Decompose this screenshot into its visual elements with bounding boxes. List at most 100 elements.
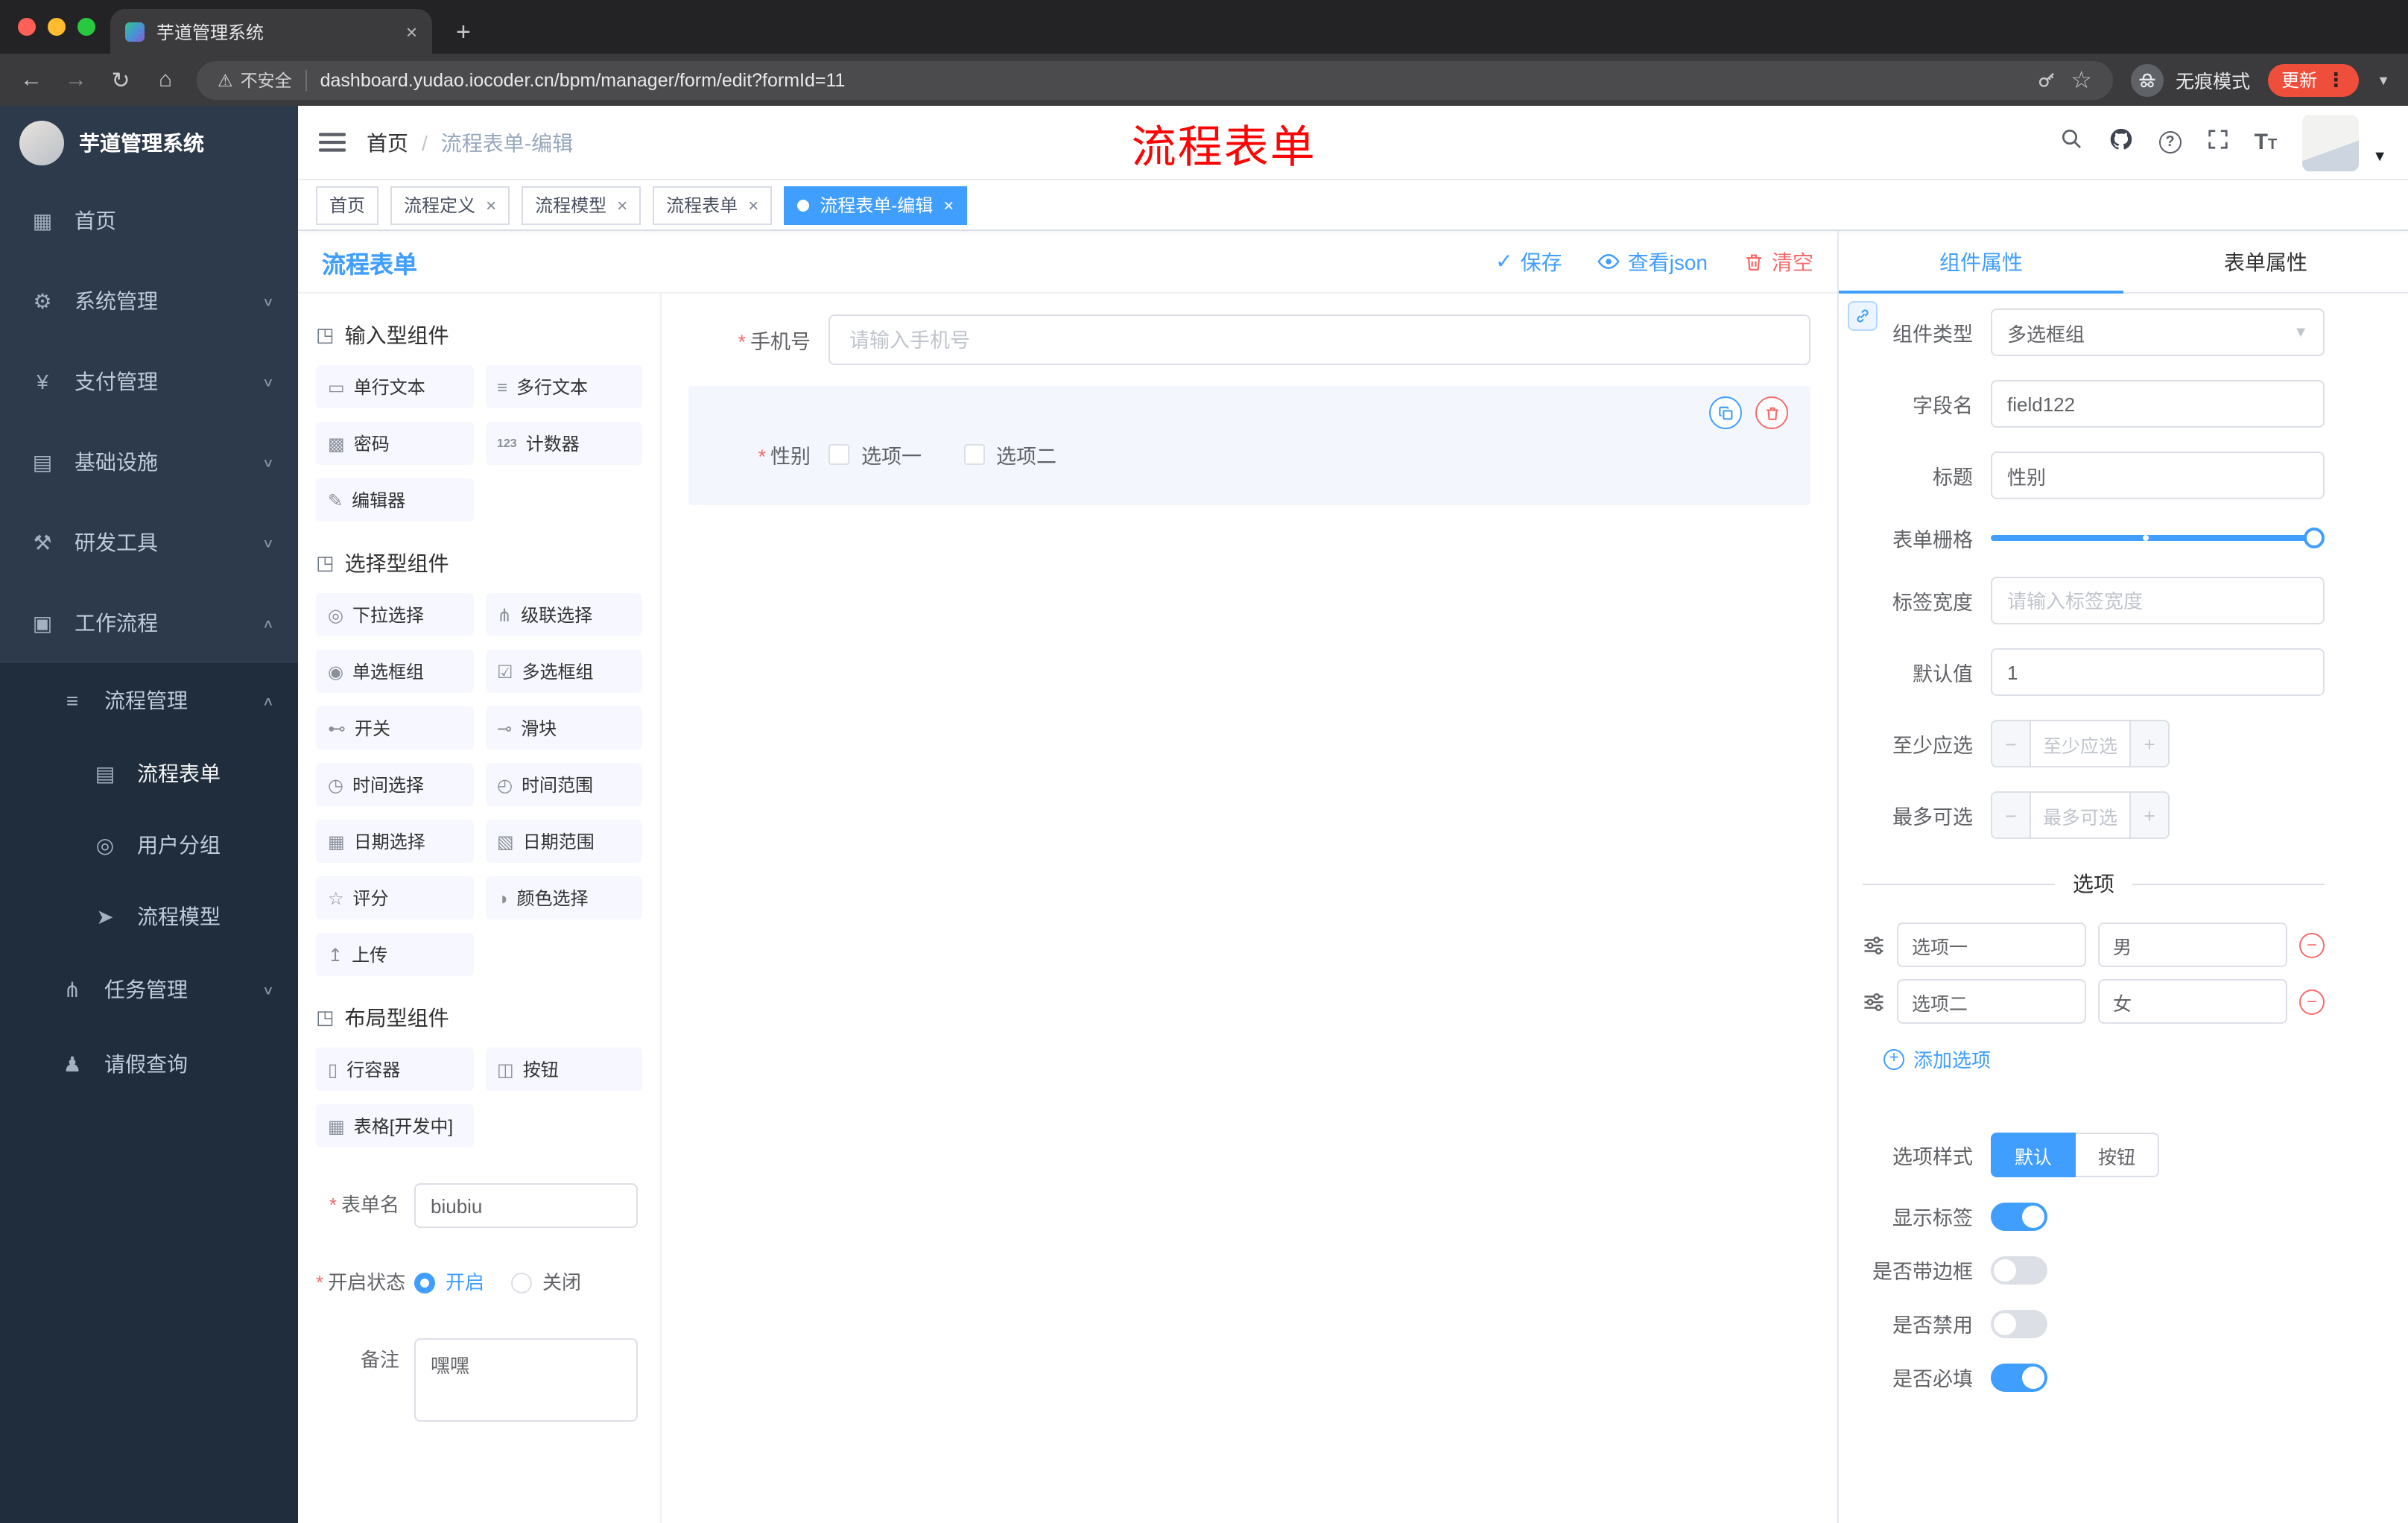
tab-close-icon[interactable]: × xyxy=(406,20,417,42)
drag-handle-icon[interactable] xyxy=(1863,934,1885,956)
breadcrumb-home[interactable]: 首页 xyxy=(367,127,408,157)
reload-icon[interactable]: ↻ xyxy=(107,66,134,93)
remove-option-button[interactable]: − xyxy=(2299,989,2325,1014)
show-label-toggle[interactable] xyxy=(1991,1202,2047,1230)
palette-item-date-range[interactable]: ▧ 日期范围 xyxy=(485,820,642,863)
default-value-input[interactable] xyxy=(1991,648,2325,696)
palette-item-single-text[interactable]: ▭ 单行文本 xyxy=(316,365,473,408)
delete-component-button[interactable] xyxy=(1755,396,1788,429)
tab-form-props[interactable]: 表单属性 xyxy=(2123,231,2408,292)
remark-textarea[interactable]: 嘿嘿 xyxy=(414,1338,638,1422)
sidebar-item-devtools[interactable]: ⚒ 研发工具 ∨ xyxy=(0,502,298,583)
github-icon[interactable] xyxy=(2108,126,2134,159)
palette-item-checkbox-group[interactable]: ☑ 多选框组 xyxy=(485,650,642,693)
option-name-input[interactable] xyxy=(1897,922,2086,967)
tag-process-form-edit[interactable]: 流程表单-编辑 × xyxy=(784,186,968,224)
tag-process-definition[interactable]: 流程定义 × xyxy=(390,186,510,224)
bookmark-star-icon[interactable]: ☆ xyxy=(2070,65,2092,95)
sidebar-item-system[interactable]: ⚙ 系统管理 ∨ xyxy=(0,261,298,341)
menu-kebab-icon[interactable]: ⋮ xyxy=(2326,70,2345,89)
new-tab-button[interactable]: + xyxy=(456,19,471,45)
minus-icon[interactable]: − xyxy=(1992,721,2031,766)
palette-item-button[interactable]: ◫ 按钮 xyxy=(485,1048,642,1091)
forward-icon[interactable]: → xyxy=(63,67,89,92)
home-icon[interactable]: ⌂ xyxy=(152,67,179,92)
phone-input[interactable] xyxy=(828,314,1810,365)
checkbox-icon[interactable] xyxy=(828,444,849,465)
fullscreen-icon[interactable] xyxy=(2207,127,2229,157)
link-button[interactable] xyxy=(1848,301,1878,331)
save-button[interactable]: ✓ 保存 xyxy=(1495,247,1562,276)
option-value-input[interactable] xyxy=(2098,979,2287,1024)
palette-item-password[interactable]: ▩ 密码 xyxy=(316,422,473,465)
tag-process-model[interactable]: 流程模型 × xyxy=(522,186,641,224)
palette-item-row-container[interactable]: ▯ 行容器 xyxy=(316,1048,473,1091)
status-off-radio[interactable]: 关闭 xyxy=(511,1261,581,1305)
sidebar-item-process-management[interactable]: ≡ 流程管理 ∧ xyxy=(0,663,298,738)
window-close-button[interactable] xyxy=(18,18,36,36)
component-type-select[interactable]: 多选框组 ▼ xyxy=(1991,308,2325,356)
gender-option-1[interactable]: 选项一 xyxy=(828,440,922,469)
back-icon[interactable]: ← xyxy=(18,67,45,92)
palette-item-editor[interactable]: ✎ 编辑器 xyxy=(316,478,473,522)
drag-handle-icon[interactable] xyxy=(1863,990,1885,1013)
palette-item-upload[interactable]: ↥ 上传 xyxy=(316,933,473,976)
sidebar-item-home[interactable]: ▦ 首页 xyxy=(0,180,298,261)
view-json-button[interactable]: 查看json xyxy=(1598,247,1708,276)
password-key-icon[interactable] xyxy=(2036,69,2057,90)
palette-item-time-picker[interactable]: ◷ 时间选择 xyxy=(316,763,473,806)
palette-item-radio-group[interactable]: ◉ 单选框组 xyxy=(316,650,473,693)
checkbox-icon[interactable] xyxy=(963,444,984,465)
style-button-button[interactable]: 按钮 xyxy=(2076,1133,2160,1177)
close-icon[interactable]: × xyxy=(748,194,758,215)
caret-down-icon[interactable]: ▼ xyxy=(2372,148,2387,165)
min-select-stepper[interactable]: − 至少应选 + xyxy=(1991,720,2170,767)
palette-item-slider[interactable]: ⊸ 滑块 xyxy=(485,706,642,750)
font-size-icon[interactable]: TT xyxy=(2255,130,2278,155)
palette-item-multi-text[interactable]: ≡ 多行文本 xyxy=(485,365,642,408)
palette-item-time-range[interactable]: ◴ 时间范围 xyxy=(485,763,642,806)
label-width-input[interactable] xyxy=(1991,577,2325,624)
palette-item-select[interactable]: ◎ 下拉选择 xyxy=(316,593,473,636)
sidebar-item-infrastructure[interactable]: ▤ 基础设施 ∨ xyxy=(0,422,298,502)
option-value-input[interactable] xyxy=(2098,922,2287,967)
sidebar-item-payment[interactable]: ¥ 支付管理 ∨ xyxy=(0,341,298,422)
palette-item-cascader[interactable]: ⋔ 级联选择 xyxy=(485,593,642,636)
disabled-toggle[interactable] xyxy=(1991,1309,2047,1337)
plus-icon[interactable]: + xyxy=(2129,793,2168,838)
close-icon[interactable]: × xyxy=(486,194,496,215)
sidebar-item-workflow[interactable]: ▣ 工作流程 ∧ xyxy=(0,583,298,663)
grid-slider[interactable] xyxy=(1991,528,2325,548)
max-select-value[interactable]: 最多可选 xyxy=(2031,793,2129,838)
option-name-input[interactable] xyxy=(1897,979,2086,1024)
border-toggle[interactable] xyxy=(1991,1256,2047,1284)
window-minimize-button[interactable] xyxy=(48,18,66,36)
browser-tab[interactable]: 芋道管理系统 × xyxy=(110,9,432,54)
min-select-value[interactable]: 至少应选 xyxy=(2031,721,2129,766)
sidebar-item-process-form[interactable]: ▤ 流程表单 xyxy=(0,738,298,809)
clear-button[interactable]: 清空 xyxy=(1743,247,1813,276)
hamburger-icon[interactable] xyxy=(319,131,346,153)
close-icon[interactable]: × xyxy=(943,194,954,215)
palette-item-counter[interactable]: 123 计数器 xyxy=(485,422,642,465)
palette-item-switch[interactable]: ⊷ 开关 xyxy=(316,706,473,750)
phone-field-row[interactable]: 手机号 xyxy=(688,314,1810,365)
window-zoom-button[interactable] xyxy=(77,18,95,36)
remove-option-button[interactable]: − xyxy=(2299,932,2325,957)
security-status[interactable]: ⚠ 不安全 xyxy=(218,68,292,92)
max-select-stepper[interactable]: − 最多可选 + xyxy=(1991,791,2170,839)
sidebar-item-process-model[interactable]: ➤ 流程模型 xyxy=(0,881,298,952)
update-button[interactable]: 更新 ⋮ xyxy=(2268,63,2360,96)
palette-item-rate[interactable]: ☆ 评分 xyxy=(316,876,473,919)
title-input[interactable] xyxy=(1991,452,2325,499)
help-icon[interactable]: ? xyxy=(2158,131,2182,153)
add-option-button[interactable]: + 添加选项 xyxy=(1883,1045,1991,1073)
palette-item-table[interactable]: ▦ 表格[开发中] xyxy=(316,1104,473,1147)
tag-process-form[interactable]: 流程表单 × xyxy=(653,186,773,224)
palette-item-date-picker[interactable]: ▦ 日期选择 xyxy=(316,820,473,863)
required-toggle[interactable] xyxy=(1991,1363,2047,1391)
avatar[interactable] xyxy=(2302,114,2360,171)
close-icon[interactable]: × xyxy=(617,194,627,215)
sidebar-item-leave-query[interactable]: ♟ 请假查询 xyxy=(0,1027,298,1101)
form-name-input[interactable] xyxy=(414,1183,638,1228)
